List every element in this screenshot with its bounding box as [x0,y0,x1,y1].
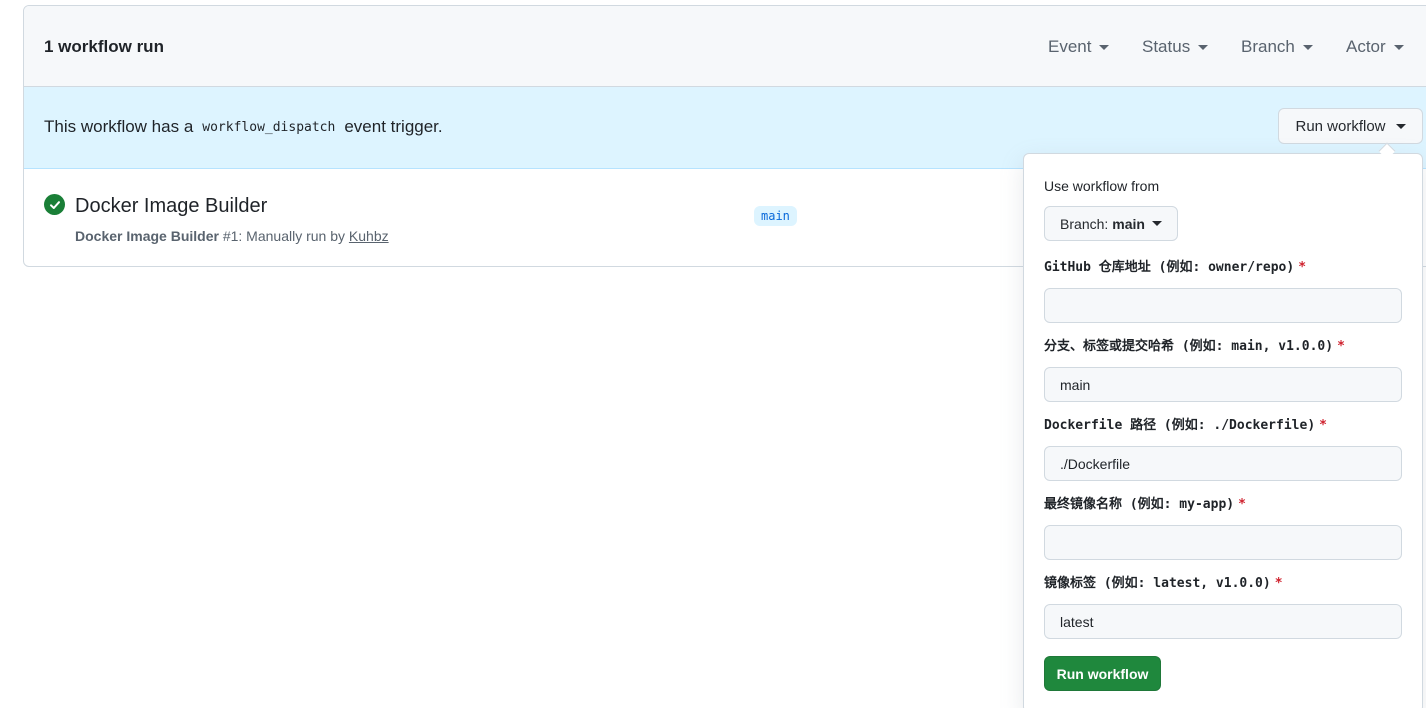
success-check-icon [44,194,65,215]
ref-input[interactable] [1044,367,1402,402]
chevron-down-icon [1099,44,1110,50]
required-marker: * [1337,339,1345,354]
branch-select-prefix: Branch: [1060,215,1109,232]
banner-message: This workflow has a workflow_dispatch ev… [44,117,443,137]
field-label: GitHub 仓库地址 (例如: owner/repo) * [1044,256,1402,276]
field-label: 分支、标签或提交哈希 (例如: main, v1.0.0) * [1044,335,1402,355]
image-name-field: 最终镜像名称 (例如: my-app) * [1044,493,1402,560]
image-name-input[interactable] [1044,525,1402,560]
status-filter-dropdown[interactable]: Status [1142,37,1209,57]
banner-event-code: workflow_dispatch [202,119,336,135]
run-actor-link[interactable]: Kuhbz [349,228,389,244]
chevron-down-icon [1302,44,1313,50]
required-marker: * [1238,497,1246,512]
field-label: Dockerfile 路径 (例如: ./Dockerfile) * [1044,414,1402,434]
chevron-down-icon [1198,44,1209,50]
branch-filter-label: Branch [1241,37,1295,56]
image-tag-field: 镜像标签 (例如: latest, v1.0.0) * [1044,572,1402,639]
field-label-text: GitHub 仓库地址 (例如: owner/repo) [1044,260,1295,275]
run-meta-number: #1: Manually run by [222,228,346,244]
event-filter-dropdown[interactable]: Event [1048,37,1110,57]
chevron-down-icon [1151,221,1162,226]
ref-field: 分支、标签或提交哈希 (例如: main, v1.0.0) * [1044,335,1402,402]
runs-header: 1 workflow run Event Status Branch Actor [24,6,1426,87]
actor-filter-dropdown[interactable]: Actor [1346,37,1404,57]
runs-count-title: 1 workflow run [44,37,164,56]
image-tag-input[interactable] [1044,604,1402,639]
repo-url-field: GitHub 仓库地址 (例如: owner/repo) * [1044,256,1402,323]
run-branch-tag[interactable]: main [754,206,797,226]
branch-filter-dropdown[interactable]: Branch [1241,37,1313,57]
dockerfile-path-field: Dockerfile 路径 (例如: ./Dockerfile) * [1044,414,1402,481]
repo-url-input[interactable] [1044,288,1402,323]
popover-heading: Use workflow from [1044,178,1160,194]
field-label-text: Dockerfile 路径 (例如: ./Dockerfile) [1044,418,1316,433]
dockerfile-path-input[interactable] [1044,446,1402,481]
branch-select-value: main [1112,215,1145,232]
actor-filter-label: Actor [1346,37,1386,56]
field-label-text: 最终镜像名称 (例如: my-app) [1044,497,1235,512]
field-label: 镜像标签 (例如: latest, v1.0.0) * [1044,572,1402,592]
required-marker: * [1319,418,1327,433]
chevron-down-icon [1393,44,1404,50]
banner-text-before: This workflow has a [44,117,194,136]
branch-select-button[interactable]: Branch: main [1044,206,1178,241]
run-workflow-dropdown-button[interactable]: Run workflow [1278,108,1423,144]
run-workflow-popover: Use workflow from Branch: main GitHub 仓库… [1023,153,1423,708]
run-meta: Docker Image Builder #1: Manually run by… [75,228,389,244]
field-label: 最终镜像名称 (例如: my-app) * [1044,493,1402,513]
banner-text-after: event trigger. [344,117,443,136]
status-filter-label: Status [1142,37,1191,56]
run-workflow-submit-button[interactable]: Run workflow [1044,656,1161,691]
run-workflow-button-label: Run workflow [1295,117,1386,135]
required-marker: * [1298,260,1307,275]
run-meta-name: Docker Image Builder [75,228,219,244]
event-filter-label: Event [1048,37,1092,56]
chevron-down-icon [1395,123,1406,129]
run-title-link[interactable]: Docker Image Builder [75,195,267,218]
field-label-text: 镜像标签 (例如: latest, v1.0.0) [1044,576,1271,591]
field-label-text: 分支、标签或提交哈希 (例如: main, v1.0.0) [1044,339,1334,354]
required-marker: * [1274,576,1283,591]
